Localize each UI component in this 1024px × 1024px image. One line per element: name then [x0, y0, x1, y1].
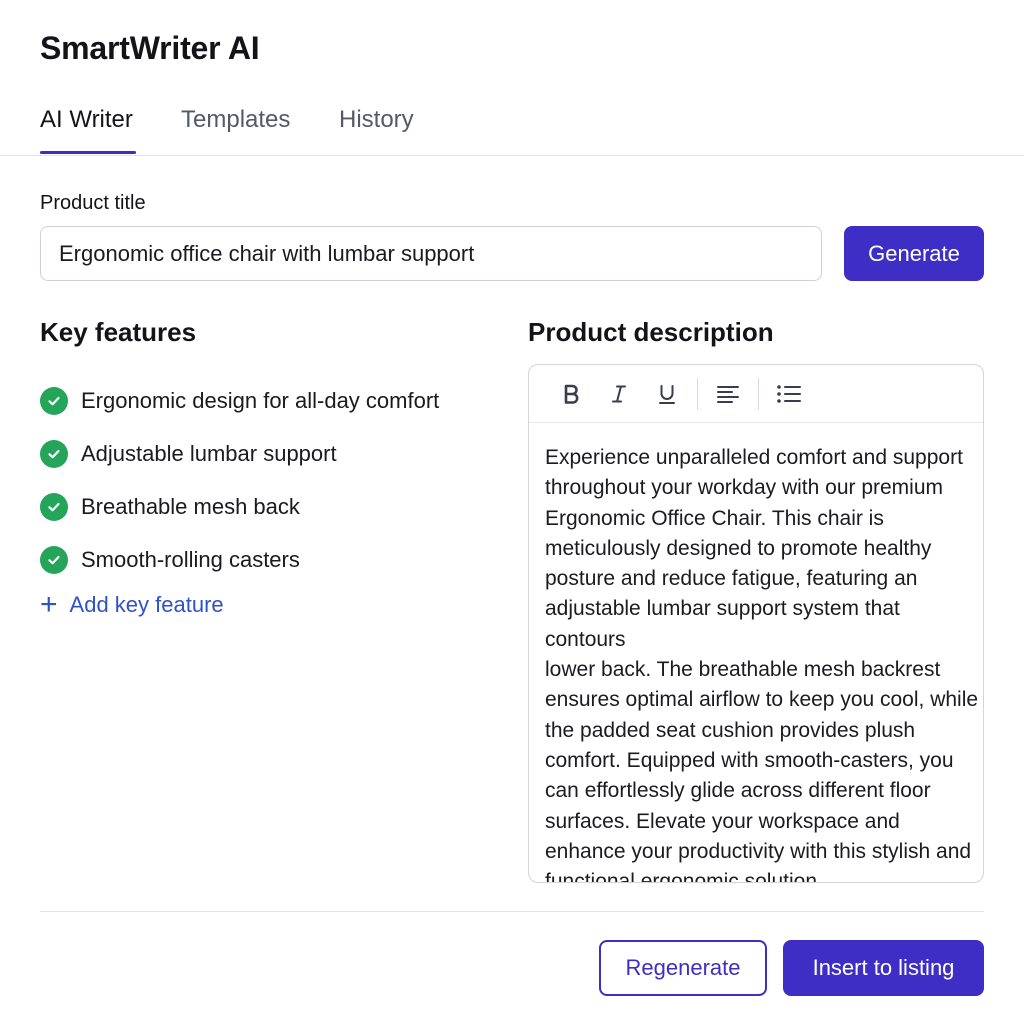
product-title-label: Product title: [40, 192, 146, 214]
feature-label: Adjustable lumbar support: [81, 440, 337, 466]
add-key-feature-link[interactable]: + Add key feature: [40, 588, 224, 621]
toolbar-divider: [758, 377, 759, 410]
smartwriter-app: SmartWriter AI AI Writer Templates Histo…: [0, 0, 1024, 1024]
product-description-heading: Product description: [528, 317, 774, 347]
generate-button[interactable]: Generate: [844, 226, 984, 281]
product-title-input[interactable]: [40, 226, 822, 281]
check-circle-icon: [40, 545, 68, 574]
key-features-list: Ergonomic design for all-day comfort Adj…: [40, 374, 439, 586]
align-left-icon[interactable]: [704, 374, 752, 414]
feature-item: Smooth-rolling casters: [40, 533, 439, 586]
bold-icon[interactable]: [547, 374, 595, 414]
underline-icon[interactable]: [643, 374, 691, 414]
footer-divider: [40, 911, 984, 912]
regenerate-button[interactable]: Regenerate: [599, 940, 767, 996]
italic-icon[interactable]: [595, 374, 643, 414]
feature-label: Smooth-rolling casters: [81, 546, 300, 572]
check-circle-icon: [40, 386, 68, 415]
add-key-feature-label: Add key feature: [69, 592, 224, 617]
editor-toolbar: [529, 365, 983, 423]
key-features-heading: Key features: [40, 317, 197, 347]
tab-bar: AI Writer Templates History: [0, 100, 1024, 156]
check-circle-icon: [40, 492, 68, 521]
active-tab-indicator: [40, 151, 136, 154]
feature-label: Breathable mesh back: [81, 493, 300, 519]
bullet-list-icon[interactable]: [765, 374, 813, 414]
tab-templates[interactable]: Templates: [181, 106, 290, 134]
description-editor: Experience unparalleled comfort and supp…: [528, 364, 984, 883]
insert-to-listing-button[interactable]: Insert to listing: [783, 940, 984, 996]
description-text[interactable]: Experience unparalleled comfort and supp…: [529, 423, 983, 882]
feature-item: Ergonomic design for all-day comfort: [40, 374, 439, 427]
check-circle-icon: [40, 439, 68, 468]
toolbar-divider: [697, 377, 698, 410]
tab-ai-writer[interactable]: AI Writer: [40, 106, 133, 134]
feature-label: Ergonomic design for all-day comfort: [81, 387, 440, 413]
plus-icon: +: [40, 588, 58, 621]
feature-item: Adjustable lumbar support: [40, 427, 439, 480]
tab-history[interactable]: History: [339, 106, 414, 134]
app-title: SmartWriter AI: [40, 30, 260, 66]
feature-item: Breathable mesh back: [40, 480, 439, 533]
